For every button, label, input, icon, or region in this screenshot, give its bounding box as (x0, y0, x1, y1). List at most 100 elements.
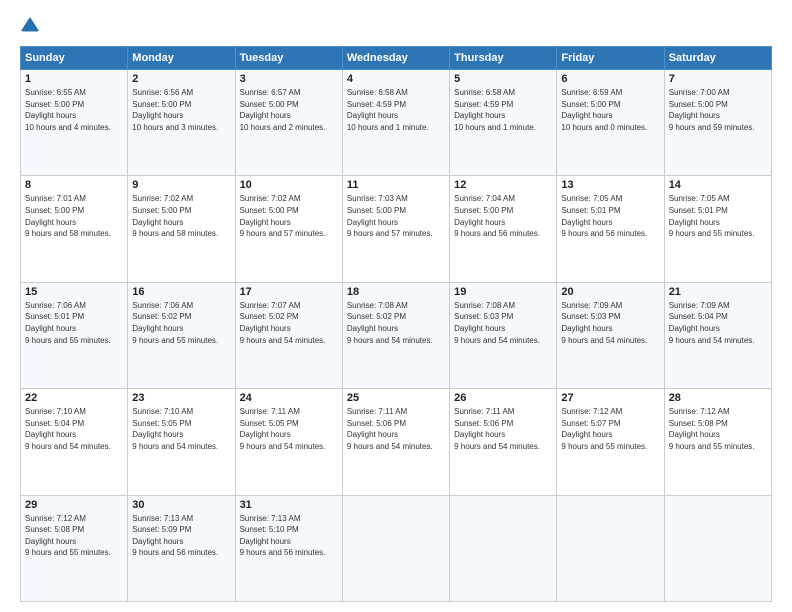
day-info: Sunrise: 7:11 AMSunset: 5:06 PMDaylight … (347, 407, 433, 451)
weekday-header-thursday: Thursday (450, 47, 557, 70)
day-cell: 13 Sunrise: 7:05 AMSunset: 5:01 PMDaylig… (557, 176, 664, 282)
day-info: Sunrise: 7:06 AMSunset: 5:01 PMDaylight … (25, 301, 111, 345)
day-number: 9 (132, 179, 230, 191)
day-info: Sunrise: 7:12 AMSunset: 5:08 PMDaylight … (669, 407, 755, 451)
calendar-body: 1 Sunrise: 6:55 AMSunset: 5:00 PMDayligh… (21, 70, 772, 602)
day-cell (450, 495, 557, 601)
day-info: Sunrise: 6:55 AMSunset: 5:00 PMDaylight … (25, 88, 111, 132)
day-cell: 23 Sunrise: 7:10 AMSunset: 5:05 PMDaylig… (128, 389, 235, 495)
day-info: Sunrise: 6:59 AMSunset: 5:00 PMDaylight … (561, 88, 647, 132)
day-info: Sunrise: 7:13 AMSunset: 5:09 PMDaylight … (132, 514, 218, 558)
weekday-header-monday: Monday (128, 47, 235, 70)
day-number: 23 (132, 392, 230, 404)
day-cell: 24 Sunrise: 7:11 AMSunset: 5:05 PMDaylig… (235, 389, 342, 495)
day-number: 28 (669, 392, 767, 404)
day-info: Sunrise: 7:11 AMSunset: 5:06 PMDaylight … (454, 407, 540, 451)
day-number: 24 (240, 392, 338, 404)
page: SundayMondayTuesdayWednesdayThursdayFrid… (0, 0, 792, 612)
day-info: Sunrise: 7:06 AMSunset: 5:02 PMDaylight … (132, 301, 218, 345)
logo (20, 16, 44, 36)
logo-icon (20, 16, 40, 36)
weekday-header-wednesday: Wednesday (342, 47, 449, 70)
day-info: Sunrise: 7:00 AMSunset: 5:00 PMDaylight … (669, 88, 755, 132)
day-cell: 2 Sunrise: 6:56 AMSunset: 5:00 PMDayligh… (128, 70, 235, 176)
day-number: 6 (561, 73, 659, 85)
day-info: Sunrise: 7:12 AMSunset: 5:07 PMDaylight … (561, 407, 647, 451)
day-cell (664, 495, 771, 601)
day-cell: 22 Sunrise: 7:10 AMSunset: 5:04 PMDaylig… (21, 389, 128, 495)
week-row-2: 8 Sunrise: 7:01 AMSunset: 5:00 PMDayligh… (21, 176, 772, 282)
day-number: 25 (347, 392, 445, 404)
day-cell: 9 Sunrise: 7:02 AMSunset: 5:00 PMDayligh… (128, 176, 235, 282)
day-cell: 16 Sunrise: 7:06 AMSunset: 5:02 PMDaylig… (128, 282, 235, 388)
day-info: Sunrise: 7:12 AMSunset: 5:08 PMDaylight … (25, 514, 111, 558)
day-cell (557, 495, 664, 601)
day-number: 15 (25, 286, 123, 298)
day-number: 17 (240, 286, 338, 298)
day-info: Sunrise: 7:02 AMSunset: 5:00 PMDaylight … (132, 194, 218, 238)
day-cell: 18 Sunrise: 7:08 AMSunset: 5:02 PMDaylig… (342, 282, 449, 388)
day-cell: 29 Sunrise: 7:12 AMSunset: 5:08 PMDaylig… (21, 495, 128, 601)
day-cell: 6 Sunrise: 6:59 AMSunset: 5:00 PMDayligh… (557, 70, 664, 176)
day-info: Sunrise: 7:10 AMSunset: 5:05 PMDaylight … (132, 407, 218, 451)
day-cell: 20 Sunrise: 7:09 AMSunset: 5:03 PMDaylig… (557, 282, 664, 388)
day-cell: 28 Sunrise: 7:12 AMSunset: 5:08 PMDaylig… (664, 389, 771, 495)
day-cell: 14 Sunrise: 7:05 AMSunset: 5:01 PMDaylig… (664, 176, 771, 282)
weekday-header-tuesday: Tuesday (235, 47, 342, 70)
day-number: 13 (561, 179, 659, 191)
day-info: Sunrise: 6:56 AMSunset: 5:00 PMDaylight … (132, 88, 218, 132)
day-cell: 5 Sunrise: 6:58 AMSunset: 4:59 PMDayligh… (450, 70, 557, 176)
day-number: 29 (25, 499, 123, 511)
day-cell: 10 Sunrise: 7:02 AMSunset: 5:00 PMDaylig… (235, 176, 342, 282)
day-cell: 25 Sunrise: 7:11 AMSunset: 5:06 PMDaylig… (342, 389, 449, 495)
day-cell: 11 Sunrise: 7:03 AMSunset: 5:00 PMDaylig… (342, 176, 449, 282)
day-info: Sunrise: 7:02 AMSunset: 5:00 PMDaylight … (240, 194, 326, 238)
day-info: Sunrise: 7:07 AMSunset: 5:02 PMDaylight … (240, 301, 326, 345)
weekday-header-sunday: Sunday (21, 47, 128, 70)
day-info: Sunrise: 7:03 AMSunset: 5:00 PMDaylight … (347, 194, 433, 238)
day-cell (342, 495, 449, 601)
day-number: 11 (347, 179, 445, 191)
day-number: 26 (454, 392, 552, 404)
day-number: 14 (669, 179, 767, 191)
day-number: 31 (240, 499, 338, 511)
week-row-1: 1 Sunrise: 6:55 AMSunset: 5:00 PMDayligh… (21, 70, 772, 176)
day-cell: 7 Sunrise: 7:00 AMSunset: 5:00 PMDayligh… (664, 70, 771, 176)
day-cell: 30 Sunrise: 7:13 AMSunset: 5:09 PMDaylig… (128, 495, 235, 601)
day-info: Sunrise: 7:09 AMSunset: 5:03 PMDaylight … (561, 301, 647, 345)
day-number: 8 (25, 179, 123, 191)
day-info: Sunrise: 7:04 AMSunset: 5:00 PMDaylight … (454, 194, 540, 238)
day-cell: 15 Sunrise: 7:06 AMSunset: 5:01 PMDaylig… (21, 282, 128, 388)
day-number: 19 (454, 286, 552, 298)
day-cell: 27 Sunrise: 7:12 AMSunset: 5:07 PMDaylig… (557, 389, 664, 495)
day-info: Sunrise: 7:09 AMSunset: 5:04 PMDaylight … (669, 301, 755, 345)
day-cell: 8 Sunrise: 7:01 AMSunset: 5:00 PMDayligh… (21, 176, 128, 282)
day-info: Sunrise: 7:08 AMSunset: 5:03 PMDaylight … (454, 301, 540, 345)
day-number: 1 (25, 73, 123, 85)
day-number: 4 (347, 73, 445, 85)
day-info: Sunrise: 6:58 AMSunset: 4:59 PMDaylight … (347, 88, 429, 132)
week-row-3: 15 Sunrise: 7:06 AMSunset: 5:01 PMDaylig… (21, 282, 772, 388)
weekday-header-friday: Friday (557, 47, 664, 70)
day-number: 18 (347, 286, 445, 298)
day-number: 20 (561, 286, 659, 298)
day-info: Sunrise: 7:05 AMSunset: 5:01 PMDaylight … (561, 194, 647, 238)
day-cell: 17 Sunrise: 7:07 AMSunset: 5:02 PMDaylig… (235, 282, 342, 388)
week-row-5: 29 Sunrise: 7:12 AMSunset: 5:08 PMDaylig… (21, 495, 772, 601)
day-number: 3 (240, 73, 338, 85)
day-number: 21 (669, 286, 767, 298)
day-info: Sunrise: 7:05 AMSunset: 5:01 PMDaylight … (669, 194, 755, 238)
day-cell: 31 Sunrise: 7:13 AMSunset: 5:10 PMDaylig… (235, 495, 342, 601)
day-number: 27 (561, 392, 659, 404)
day-cell: 4 Sunrise: 6:58 AMSunset: 4:59 PMDayligh… (342, 70, 449, 176)
day-info: Sunrise: 7:11 AMSunset: 5:05 PMDaylight … (240, 407, 326, 451)
week-row-4: 22 Sunrise: 7:10 AMSunset: 5:04 PMDaylig… (21, 389, 772, 495)
day-info: Sunrise: 6:58 AMSunset: 4:59 PMDaylight … (454, 88, 536, 132)
weekday-header-saturday: Saturday (664, 47, 771, 70)
day-info: Sunrise: 7:01 AMSunset: 5:00 PMDaylight … (25, 194, 111, 238)
calendar-table: SundayMondayTuesdayWednesdayThursdayFrid… (20, 46, 772, 602)
day-number: 30 (132, 499, 230, 511)
day-info: Sunrise: 7:08 AMSunset: 5:02 PMDaylight … (347, 301, 433, 345)
weekday-header-row: SundayMondayTuesdayWednesdayThursdayFrid… (21, 47, 772, 70)
day-number: 2 (132, 73, 230, 85)
